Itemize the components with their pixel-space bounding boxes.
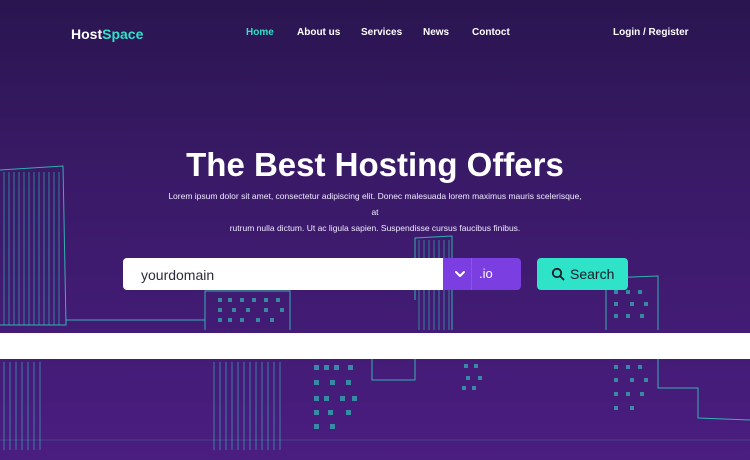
- main-nav: Home About us Services News Contoct Logi…: [0, 27, 750, 41]
- search-button[interactable]: Search: [537, 258, 628, 290]
- nav-login-register[interactable]: Login / Register: [613, 27, 689, 38]
- search-icon: [551, 267, 565, 281]
- nav-home[interactable]: Home: [246, 27, 274, 38]
- tld-value: .io: [479, 266, 493, 281]
- hero-section: HostSpace Home About us Services News Co…: [0, 0, 750, 460]
- nav-contact[interactable]: Contoct: [472, 27, 510, 38]
- search-button-label: Search: [570, 266, 615, 282]
- hero-subtitle-line2: rutrum nulla dictum. Ut ac ligula sapien…: [229, 223, 521, 233]
- hero-subtitle-line1: Lorem ipsum dolor sit amet, consectetur …: [168, 191, 582, 217]
- tld-divider: [471, 258, 472, 290]
- hero-title: The Best Hosting Offers: [186, 146, 564, 183]
- nav-news[interactable]: News: [423, 27, 449, 38]
- nav-about[interactable]: About us: [297, 27, 340, 38]
- hero-subtitle: Lorem ipsum dolor sit amet, consectetur …: [165, 188, 585, 236]
- nav-services[interactable]: Services: [361, 27, 402, 38]
- white-divider-band: [0, 333, 750, 359]
- domain-search-field: [123, 258, 443, 292]
- domain-input[interactable]: [139, 258, 433, 292]
- chevron-down-icon: [455, 271, 465, 277]
- tld-select[interactable]: .io: [443, 258, 521, 290]
